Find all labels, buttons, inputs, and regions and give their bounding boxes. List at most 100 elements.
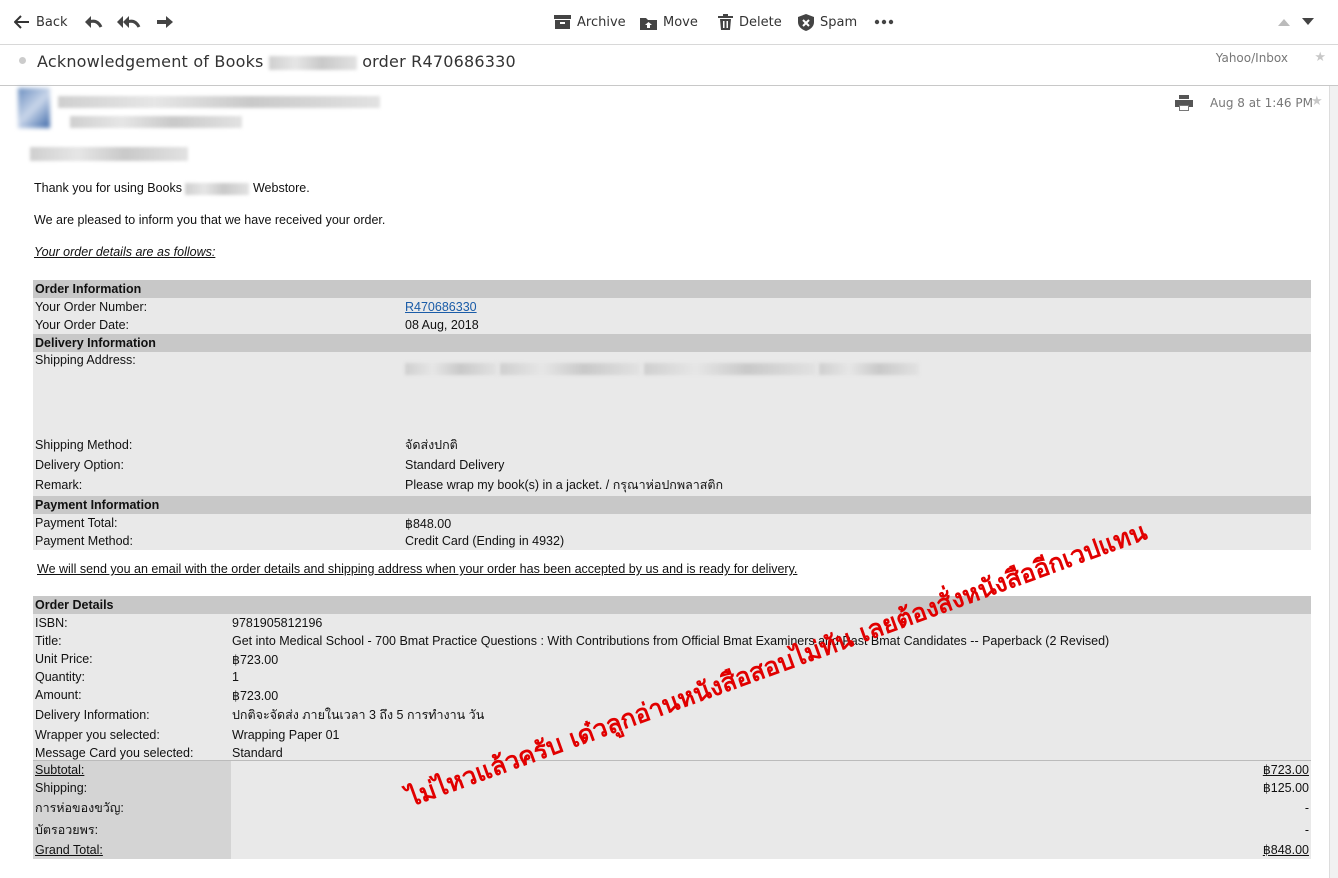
shipping-label: Shipping: — [33, 778, 231, 797]
subtotal-value: ฿723.00 — [231, 760, 1311, 779]
delivery-option-value: Standard Delivery — [405, 458, 505, 472]
scrollbar[interactable] — [1329, 86, 1338, 878]
reply-icon — [85, 16, 103, 28]
isbn-value: 9781905812196 — [232, 616, 323, 630]
subtotal-label-text: Subtotal: — [35, 762, 85, 777]
more-dots-icon — [874, 19, 894, 25]
read-status-dot[interactable] — [19, 57, 26, 64]
payment-method-label: Payment Method: — [35, 534, 133, 548]
redacted-address-2 — [500, 363, 641, 375]
trash-icon — [718, 14, 733, 30]
delivery-info-heading: Delivery Information — [35, 336, 156, 350]
message-date: Aug 8 at 1:46 PM — [1210, 96, 1313, 110]
payment-method-value: Credit Card (Ending in 4932) — [405, 534, 565, 548]
shield-icon — [798, 13, 814, 31]
greeting-card-label: บัตรอวยพร: — [33, 818, 231, 841]
subject-text-start: Acknowledgement of Books — [37, 52, 264, 71]
quantity-label: Quantity: — [35, 670, 86, 684]
delivery-option-label: Delivery Option: — [35, 458, 124, 472]
order-date-label: Your Order Date: — [35, 318, 130, 332]
reply-button[interactable] — [83, 0, 103, 44]
redacted-store — [185, 182, 250, 195]
redacted-address-4 — [819, 363, 920, 375]
thank-you-end: Webstore. — [252, 181, 310, 195]
subtotal-label: Subtotal: — [33, 760, 231, 779]
archive-button[interactable]: Archive — [554, 0, 626, 44]
star-icon[interactable]: ★ — [1314, 50, 1326, 65]
redacted-address-3 — [643, 363, 816, 375]
payment-total-label: Payment Total: — [35, 516, 118, 530]
forward-button[interactable] — [155, 0, 175, 44]
grand-total-value-text: ฿848.00 — [1262, 843, 1309, 857]
wrapper-label: Wrapper you selected: — [35, 728, 160, 742]
delivery-info-label: Delivery Information: — [35, 708, 150, 722]
redacted-address-1 — [405, 363, 497, 375]
delivery-info-value: ปกติจะจัดส่ง ภายในเวลา 3 ถึง 5 การทำงาน … — [232, 708, 485, 722]
order-info-table: Order Information Your Order Number: R47… — [33, 280, 1311, 550]
move-button[interactable]: Move — [640, 0, 698, 44]
shipping-address-value — [404, 352, 1311, 434]
previous-message-button[interactable] — [1278, 0, 1290, 44]
subject-text-end: order R470686330 — [362, 52, 516, 71]
remark-value: Please wrap my book(s) in a jacket. / กร… — [405, 478, 724, 492]
thank-you-start: Thank you for using Books — [34, 181, 182, 195]
caret-down-icon — [1302, 18, 1314, 25]
greeting-redacted — [30, 147, 188, 161]
order-number-link[interactable]: R470686330 — [405, 300, 477, 314]
archive-label: Archive — [577, 14, 626, 30]
payment-info-heading: Payment Information — [35, 498, 160, 512]
details-intro: Your order details are as follows: — [34, 245, 216, 259]
thank-you-text: Thank you for using Books Webstore. — [34, 181, 310, 195]
forward-icon — [157, 16, 173, 28]
shipping-method-value: จัดส่งปกติ — [405, 438, 458, 452]
reply-all-icon — [117, 16, 141, 28]
caret-up-icon — [1278, 19, 1290, 26]
unit-price-label: Unit Price: — [35, 652, 93, 666]
order-info-heading: Order Information — [35, 282, 142, 296]
sender-name-redacted[interactable] — [58, 96, 380, 108]
order-details-heading: Order Details — [35, 598, 114, 612]
amount-label: Amount: — [35, 688, 82, 702]
isbn-label: ISBN: — [35, 616, 68, 630]
shipping-address-label: Shipping Address: — [35, 353, 136, 367]
message-star-icon[interactable]: ★ — [1311, 94, 1323, 109]
title-label: Title: — [35, 634, 62, 648]
order-number-label: Your Order Number: — [35, 300, 148, 314]
subtotal-value-text: ฿723.00 — [1262, 763, 1309, 778]
arrow-left-icon — [14, 15, 29, 29]
totals-table: Subtotal: ฿723.00 Shipping: ฿125.00 การห… — [33, 760, 1311, 859]
shipping-value: ฿125.00 — [231, 778, 1311, 797]
toolbar: Back Archive Move Delete Spam — [0, 0, 1338, 45]
delete-label: Delete — [739, 14, 782, 30]
remark-label: Remark: — [35, 478, 83, 492]
move-folder-icon — [640, 17, 657, 30]
grand-total-label-text: Grand Total: — [35, 842, 103, 857]
wrapper-value: Wrapping Paper 01 — [232, 728, 340, 742]
move-label: Move — [663, 14, 698, 30]
back-button[interactable]: Back — [14, 0, 68, 44]
archive-icon — [554, 15, 571, 29]
order-details-table: Order Details ISBN: 9781905812196 Title:… — [33, 596, 1311, 762]
amount-value: ฿723.00 — [232, 688, 279, 703]
back-label: Back — [36, 14, 68, 30]
order-date-value: 08 Aug, 2018 — [405, 318, 479, 332]
payment-total-value: ฿848.00 — [405, 516, 452, 531]
gift-wrap-label: การห่อของขวัญ: — [33, 796, 231, 819]
subject-line: Acknowledgement of Books order R47068633… — [37, 52, 516, 71]
shipping-method-label: Shipping Method: — [35, 438, 133, 452]
avatar[interactable] — [18, 88, 50, 128]
reply-all-button[interactable] — [117, 0, 141, 44]
spam-label: Spam — [820, 14, 858, 30]
next-message-button[interactable] — [1302, 0, 1314, 44]
will-send-email-text: We will send you an email with the order… — [37, 562, 798, 576]
greeting-card-value: - — [231, 818, 1311, 841]
delete-button[interactable]: Delete — [718, 0, 782, 44]
print-button[interactable] — [1175, 95, 1193, 115]
recipient-redacted — [70, 116, 242, 128]
received-order-text: We are pleased to inform you that we hav… — [34, 213, 386, 227]
spam-button[interactable]: Spam — [798, 0, 857, 44]
grand-total-label: Grand Total: — [33, 840, 231, 859]
more-button[interactable] — [874, 0, 894, 44]
redacted-text — [268, 55, 357, 70]
gift-wrap-value: - — [231, 796, 1311, 819]
